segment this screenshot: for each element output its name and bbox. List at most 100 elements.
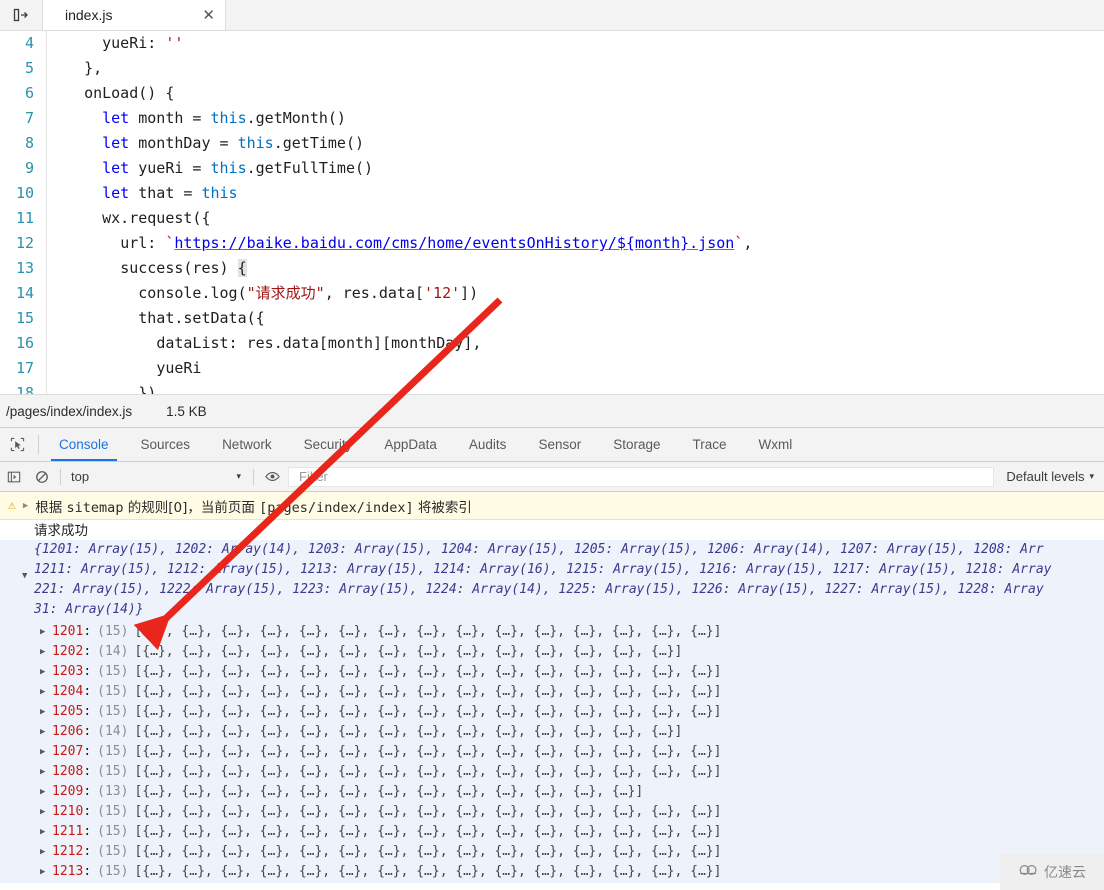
fold-gutter[interactable] (46, 231, 60, 256)
expand-arrow-icon[interactable]: ▶ (40, 702, 52, 722)
console-array-row[interactable]: ▶ 1204: (15) [{…}, {…}, {…}, {…}, {…}, {…},… (0, 682, 1104, 702)
fold-gutter[interactable] (46, 306, 60, 331)
line-number: 8 (0, 131, 46, 156)
array-colon: : (83, 764, 92, 779)
expand-arrow-icon[interactable]: ▶ (40, 782, 52, 802)
console-object-preview[interactable]: ▼ {1201: Array(15), 1202: Array(14), 120… (0, 540, 1104, 622)
fold-gutter[interactable] (46, 81, 60, 106)
devtools-tab-console[interactable]: Console (43, 428, 125, 461)
console-array-row[interactable]: ▶ 1212: (15) [{…}, {…}, {…}, {…}, {…}, {…},… (0, 842, 1104, 862)
array-index-key: 1201 (52, 624, 84, 639)
cursor-select-icon[interactable] (0, 428, 34, 461)
expand-arrow-icon[interactable]: ▶ (40, 622, 52, 642)
expand-arrow-icon[interactable]: ▶ (40, 662, 52, 682)
array-length-label: (15) (97, 764, 129, 779)
array-preview-value: [{…}, {…}, {…}, {…}, {…}, {…}, {…}, {…},… (134, 784, 644, 799)
fold-gutter[interactable] (46, 256, 60, 281)
devtools-tab-wxml[interactable]: Wxml (743, 428, 809, 461)
devtools-tab-storage[interactable]: Storage (597, 428, 676, 461)
expand-arrow-icon[interactable]: ▼ (22, 566, 27, 586)
expand-arrow-icon[interactable]: ▶ (40, 862, 52, 882)
fold-gutter[interactable] (46, 206, 60, 231)
devtools-tab-appdata[interactable]: AppData (368, 428, 453, 461)
code-line: 17 yueRi (0, 356, 1104, 381)
fold-gutter[interactable] (46, 31, 60, 56)
devtools-tab-sources[interactable]: Sources (125, 428, 207, 461)
console-warning-row[interactable]: ⚠ ▶ 根据 sitemap 的规则[0]，当前页面 [pages/index/… (0, 492, 1104, 520)
array-length-label: (15) (97, 844, 129, 859)
close-icon[interactable]: ✕ (202, 8, 215, 23)
line-number: 7 (0, 106, 46, 131)
devtools-tab-trace[interactable]: Trace (677, 428, 743, 461)
console-output[interactable]: ⚠ ▶ 根据 sitemap 的规则[0]，当前页面 [pages/index/… (0, 492, 1104, 883)
code-line-text: let monthDay = this.getTime() (102, 134, 365, 152)
console-array-row[interactable]: ▶ 1209: (13) [{…}, {…}, {…}, {…}, {…}, {…},… (0, 782, 1104, 802)
expand-arrow-icon[interactable]: ▶ (40, 682, 52, 702)
expand-arrow-icon[interactable]: ▶ (40, 722, 52, 742)
expand-arrow-icon[interactable]: ▶ (40, 822, 52, 842)
fold-gutter[interactable] (46, 331, 60, 356)
console-array-row[interactable]: ▶ 1211: (15) [{…}, {…}, {…}, {…}, {…}, {…},… (0, 822, 1104, 842)
devtools-tab-sensor[interactable]: Sensor (522, 428, 597, 461)
log-levels-selector[interactable]: Default levels ▾ (996, 469, 1104, 484)
expand-arrow-icon[interactable]: ▶ (40, 842, 52, 862)
console-array-row[interactable]: ▶ 1207: (15) [{…}, {…}, {…}, {…}, {…}, {…},… (0, 742, 1104, 762)
array-index-key: 1208 (52, 764, 84, 779)
array-length-label: (15) (97, 824, 129, 839)
fold-gutter[interactable] (46, 381, 60, 394)
console-warning-text: 根据 sitemap 的规则[0]，当前页面 [pages/index/inde… (35, 499, 472, 516)
code-line-text: let yueRi = this.getFullTime() (102, 159, 374, 177)
object-preview-lines: {1201: Array(15), 1202: Array(14), 1203:… (34, 540, 1104, 620)
code-editor[interactable]: 4 yueRi: '' 5 }, 6 onLoad() {7 let month =… (0, 31, 1104, 394)
show-console-sidebar-icon[interactable] (0, 470, 28, 484)
line-number: 17 (0, 356, 46, 381)
toolbar-divider (38, 435, 39, 454)
live-expression-icon[interactable] (258, 469, 286, 484)
expand-arrow-icon[interactable]: ▶ (40, 802, 52, 822)
console-array-row[interactable]: ▶ 1208: (15) [{…}, {…}, {…}, {…}, {…}, {…},… (0, 762, 1104, 782)
array-colon: : (83, 644, 92, 659)
panel-toggle-icon[interactable] (0, 0, 43, 30)
file-size-label: 1.5 KB (166, 403, 207, 419)
code-line: 6 onLoad() { (0, 81, 1104, 106)
array-index-key: 1203 (52, 664, 84, 679)
fold-gutter[interactable] (46, 56, 60, 81)
fold-gutter[interactable] (46, 156, 60, 181)
expand-arrow-icon[interactable]: ▶ (40, 762, 52, 782)
expand-arrow-icon[interactable]: ▶ (40, 642, 52, 662)
code-line-text: url: `https://baike.baidu.com/cms/home/e… (120, 234, 753, 252)
fold-gutter[interactable] (46, 281, 60, 306)
console-array-row[interactable]: ▶ 1205: (15) [{…}, {…}, {…}, {…}, {…}, {…},… (0, 702, 1104, 722)
editor-tab-index-js[interactable]: index.js ✕ (43, 0, 226, 30)
array-length-label: (14) (97, 724, 129, 739)
fold-gutter[interactable] (46, 356, 60, 381)
expand-arrow-icon[interactable]: ▶ (23, 501, 28, 511)
fold-gutter[interactable] (46, 106, 60, 131)
console-array-row[interactable]: ▶ 1213: (15) [{…}, {…}, {…}, {…}, {…}, {…},… (0, 862, 1104, 882)
clear-console-icon[interactable] (28, 470, 56, 484)
line-number: 15 (0, 306, 46, 331)
devtools-tab-network[interactable]: Network (206, 428, 288, 461)
array-index-key: 1202 (52, 644, 84, 659)
console-array-row[interactable]: ▶ 1203: (15) [{…}, {…}, {…}, {…}, {…}, {…},… (0, 662, 1104, 682)
fold-gutter[interactable] (46, 131, 60, 156)
console-array-row[interactable]: ▶ 1201: (15) [{…}, {…}, {…}, {…}, {…}, {…},… (0, 622, 1104, 642)
array-length-label: (15) (97, 624, 129, 639)
array-preview-value: [{…}, {…}, {…}, {…}, {…}, {…}, {…}, {…},… (134, 644, 683, 659)
console-filter-input[interactable]: Filter (288, 466, 995, 487)
code-line-text: yueRi: '' (102, 34, 184, 52)
devtools-tab-security[interactable]: Security (288, 428, 369, 461)
array-preview-value: [{…}, {…}, {…}, {…}, {…}, {…}, {…}, {…},… (134, 704, 722, 719)
expand-arrow-icon[interactable]: ▶ (40, 882, 52, 883)
devtools-tab-audits[interactable]: Audits (453, 428, 523, 461)
expand-arrow-icon[interactable]: ▶ (40, 742, 52, 762)
console-array-row[interactable]: ▶ 1210: (15) [{…}, {…}, {…}, {…}, {…}, {…},… (0, 802, 1104, 822)
console-array-row[interactable]: ▶ 1206: (14) [{…}, {…}, {…}, {…}, {…}, {…},… (0, 722, 1104, 742)
code-line-text: }) (138, 384, 157, 394)
console-array-row[interactable]: ▶1214: (16) [{…}, {…}, {…}, {…}, {…}, {…},… (0, 882, 1104, 883)
fold-gutter[interactable] (46, 181, 60, 206)
context-selector[interactable]: top ▾ (65, 469, 249, 484)
array-colon: : (83, 784, 92, 799)
console-array-row[interactable]: ▶ 1202: (14) [{…}, {…}, {…}, {…}, {…}, {…},… (0, 642, 1104, 662)
array-preview-value: [{…}, {…}, {…}, {…}, {…}, {…}, {…}, {…},… (134, 804, 722, 819)
